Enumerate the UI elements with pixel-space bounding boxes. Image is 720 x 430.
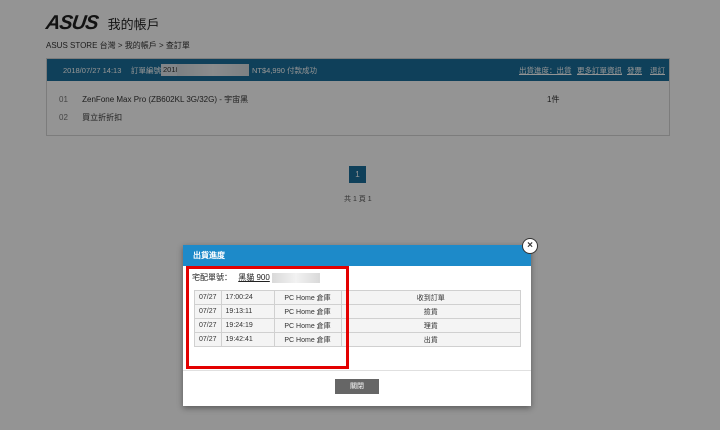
close-button[interactable]: 關閉 xyxy=(335,379,379,394)
close-icon[interactable]: × xyxy=(522,238,538,254)
row-status: 出貨 xyxy=(340,332,522,347)
shipping-progress-modal: 出貨進度 宅配單號： 黑貓 900 07/27 17:00:24 PC Home… xyxy=(183,245,531,406)
row-status: 收到訂單 xyxy=(340,290,522,305)
modal-title: 出貨進度 xyxy=(183,245,531,266)
row-status: 理貨 xyxy=(340,318,522,333)
red-highlight-box xyxy=(186,266,349,369)
row-status: 撿貨 xyxy=(340,304,522,319)
modal-footer-divider xyxy=(183,370,531,371)
